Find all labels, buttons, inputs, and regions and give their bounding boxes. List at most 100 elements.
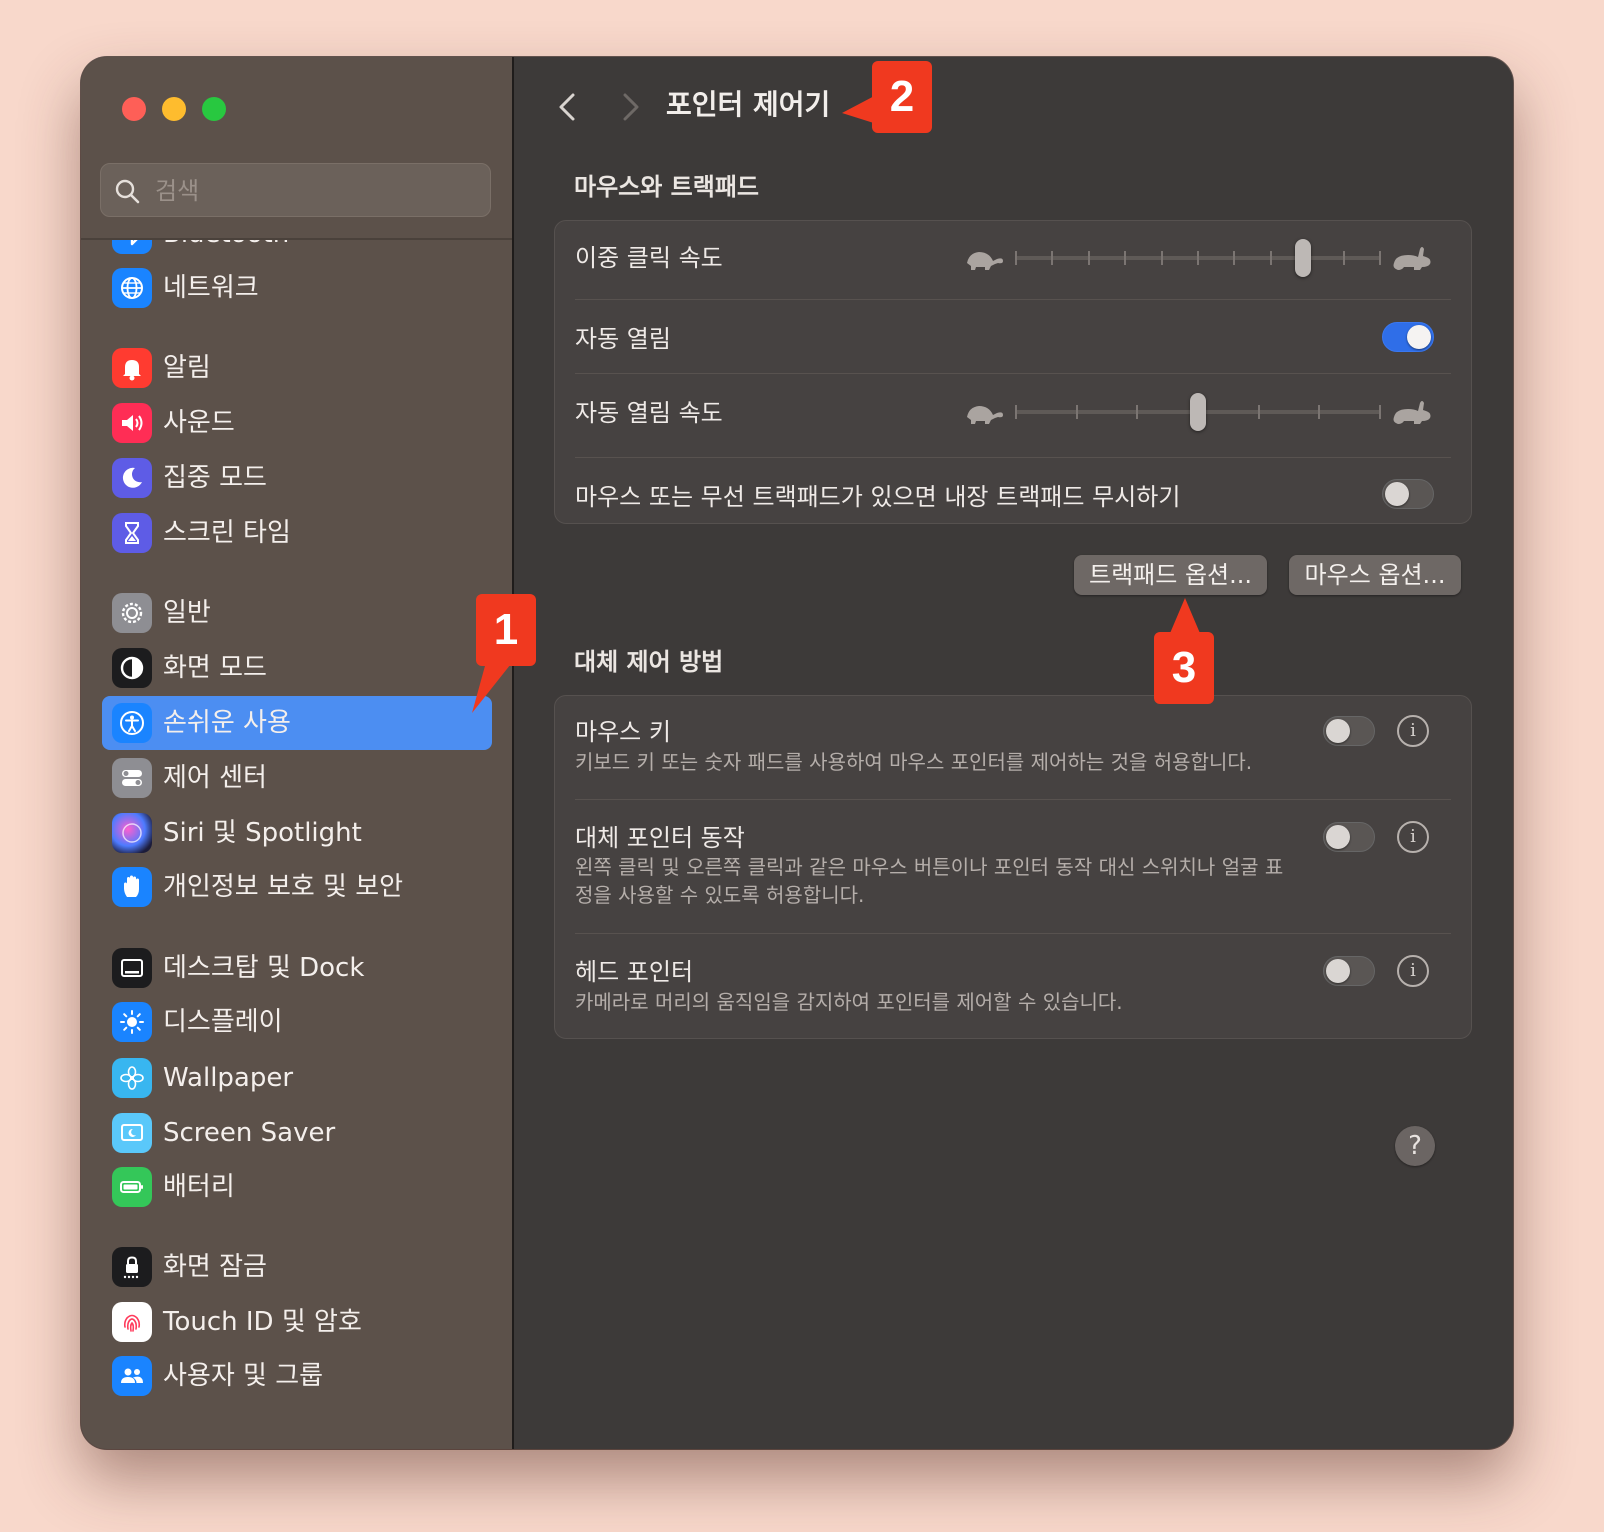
sun-icon: [112, 1002, 152, 1042]
slider-thumb[interactable]: [1190, 393, 1206, 431]
sidebar-item-label: 알림: [163, 353, 211, 383]
mouse-keys-description: 키보드 키 또는 숫자 패드를 사용하여 마우스 포인터를 제어하는 것을 허용…: [575, 750, 1253, 774]
head-pointer-info-button[interactable]: i: [1397, 955, 1429, 987]
accessibility-icon: [112, 703, 152, 743]
page-title: 포인터 제어기: [666, 88, 831, 121]
slider-tick: [1051, 251, 1054, 265]
slider-tick: [1233, 251, 1236, 265]
annotation-badge-3: 3: [1154, 632, 1214, 704]
annotation-badge-2: 2: [872, 61, 932, 133]
mouse-trackpad-card: 이중 클릭 속도 자동 열림 자동 열림 속도 마우스 또는 무선 트랙패드가 …: [554, 220, 1472, 524]
settings-window: Bluetooth 네트워크 알림 사운드: [81, 57, 1513, 1449]
sidebar-item-network[interactable]: 네트워크: [102, 261, 492, 315]
sidebar-item-displays[interactable]: 디스플레이: [102, 995, 492, 1049]
moon-icon: [112, 458, 152, 498]
section-title-alternate-control: 대체 제어 방법: [574, 648, 724, 676]
sidebar-item-label: 사운드: [163, 408, 235, 438]
back-button[interactable]: [549, 87, 589, 127]
rabbit-icon: [1393, 401, 1431, 424]
search-icon: [115, 179, 140, 204]
alt-pointer-info-button[interactable]: i: [1397, 821, 1429, 853]
slider-tick: [1124, 251, 1127, 265]
spring-loading-speed-slider[interactable]: [1015, 393, 1381, 431]
spring-loading-speed-label: 자동 열림 속도: [575, 399, 723, 427]
spring-loading-toggle[interactable]: [1382, 322, 1434, 352]
slider-tick: [1379, 251, 1381, 265]
sidebar-item-label: 디스플레이: [163, 1007, 283, 1037]
slider-tick: [1269, 251, 1272, 265]
gear-icon: [112, 593, 152, 633]
sidebar-item-label: 배터리: [163, 1172, 235, 1202]
sidebar-item-appearance[interactable]: 화면 모드: [102, 641, 492, 695]
sidebar-item-screen-time[interactable]: 스크린 타임: [102, 506, 492, 560]
sidebar-item-general[interactable]: 일반: [102, 586, 492, 640]
forward-button[interactable]: [609, 87, 649, 127]
sidebar-item-wallpaper[interactable]: Wallpaper: [102, 1051, 492, 1105]
flower-icon: [112, 1058, 152, 1098]
sidebar-item-label: 화면 모드: [163, 653, 267, 683]
slider-tick: [1087, 251, 1090, 265]
sidebar-item-label: 손쉬운 사용: [163, 708, 291, 738]
divider: [575, 799, 1451, 800]
sidebar-item-label: 스크린 타임: [163, 518, 291, 548]
help-button[interactable]: ?: [1395, 1126, 1435, 1166]
sidebar-item-focus[interactable]: 집중 모드: [102, 451, 492, 505]
search-field[interactable]: [100, 163, 491, 218]
slider-tick: [1160, 251, 1163, 265]
mouse-keys-info-button[interactable]: i: [1397, 715, 1429, 747]
sidebar-item-label: 집중 모드: [163, 463, 267, 493]
sidebar-item-label: 데스크탑 및 Dock: [163, 953, 365, 983]
slider-tick: [1015, 251, 1017, 265]
alt-pointer-toggle[interactable]: [1323, 822, 1375, 852]
appearance-icon: [112, 648, 152, 688]
ignore-trackpad-toggle[interactable]: [1382, 479, 1434, 509]
slider-tick: [1075, 405, 1078, 419]
double-click-speed-slider[interactable]: [1015, 239, 1381, 277]
mouse-keys-toggle[interactable]: [1323, 716, 1375, 746]
sidebar-divider: [81, 238, 512, 240]
sidebar-item-control-center[interactable]: 제어 센터: [102, 751, 492, 805]
minimize-window-button[interactable]: [162, 97, 186, 121]
sidebar-item-label: Touch ID 및 암호: [163, 1307, 362, 1337]
divider: [575, 299, 1451, 300]
sidebar-item-battery[interactable]: 배터리: [102, 1160, 492, 1214]
search-input[interactable]: [153, 164, 477, 218]
globe-icon: [112, 268, 152, 308]
mouse-options-button[interactable]: 마우스 옵션...: [1289, 555, 1461, 595]
divider: [575, 457, 1451, 458]
annotation-badge-1: 1: [476, 594, 536, 666]
divider: [575, 373, 1451, 374]
sidebar-item-users-groups[interactable]: 사용자 및 그룹: [102, 1349, 492, 1403]
dock-icon: [112, 948, 152, 988]
trackpad-options-button[interactable]: 트랙패드 옵션...: [1074, 555, 1267, 595]
sidebar-item-label: 네트워크: [163, 273, 259, 303]
sidebar-item-privacy-security[interactable]: 개인정보 보호 및 보안: [102, 860, 492, 914]
close-window-button[interactable]: [122, 97, 146, 121]
slider-thumb[interactable]: [1295, 239, 1311, 277]
sidebar-item-lock-screen[interactable]: 화면 잠금: [102, 1240, 492, 1294]
sidebar-item-label: 일반: [163, 598, 211, 628]
sidebar-item-label: 개인정보 보호 및 보안: [163, 872, 404, 902]
fingerprint-icon: [112, 1302, 152, 1342]
slider-tick: [1257, 405, 1260, 419]
sidebar-list: Bluetooth 네트워크 알림 사운드 집중 모드 스크린 타임 일반 화면…: [81, 240, 512, 1449]
sidebar-item-accessibility[interactable]: 손쉬운 사용: [102, 696, 492, 750]
zoom-window-button[interactable]: [202, 97, 226, 121]
hourglass-icon: [112, 513, 152, 553]
sidebar-item-touch-id[interactable]: Touch ID 및 암호: [102, 1295, 492, 1349]
spring-loading-label: 자동 열림: [575, 325, 671, 353]
sidebar-item-siri-spotlight[interactable]: Siri 및 Spotlight: [102, 806, 492, 860]
lock-icon: [112, 1247, 152, 1287]
slider-tick: [1318, 405, 1321, 419]
head-pointer-toggle[interactable]: [1323, 956, 1375, 986]
rabbit-icon: [1393, 247, 1431, 270]
bell-icon: [112, 348, 152, 388]
sidebar-item-notifications[interactable]: 알림: [102, 341, 492, 395]
switches-icon: [112, 758, 152, 798]
mouse-keys-label: 마우스 키: [575, 718, 671, 746]
sidebar-item-label: 사용자 및 그룹: [163, 1361, 324, 1391]
sidebar-item-sound[interactable]: 사운드: [102, 396, 492, 450]
bluetooth-icon: [112, 240, 152, 254]
sidebar-item-desktop-dock[interactable]: 데스크탑 및 Dock: [102, 941, 492, 995]
sidebar-item-screen-saver[interactable]: Screen Saver: [102, 1106, 492, 1160]
